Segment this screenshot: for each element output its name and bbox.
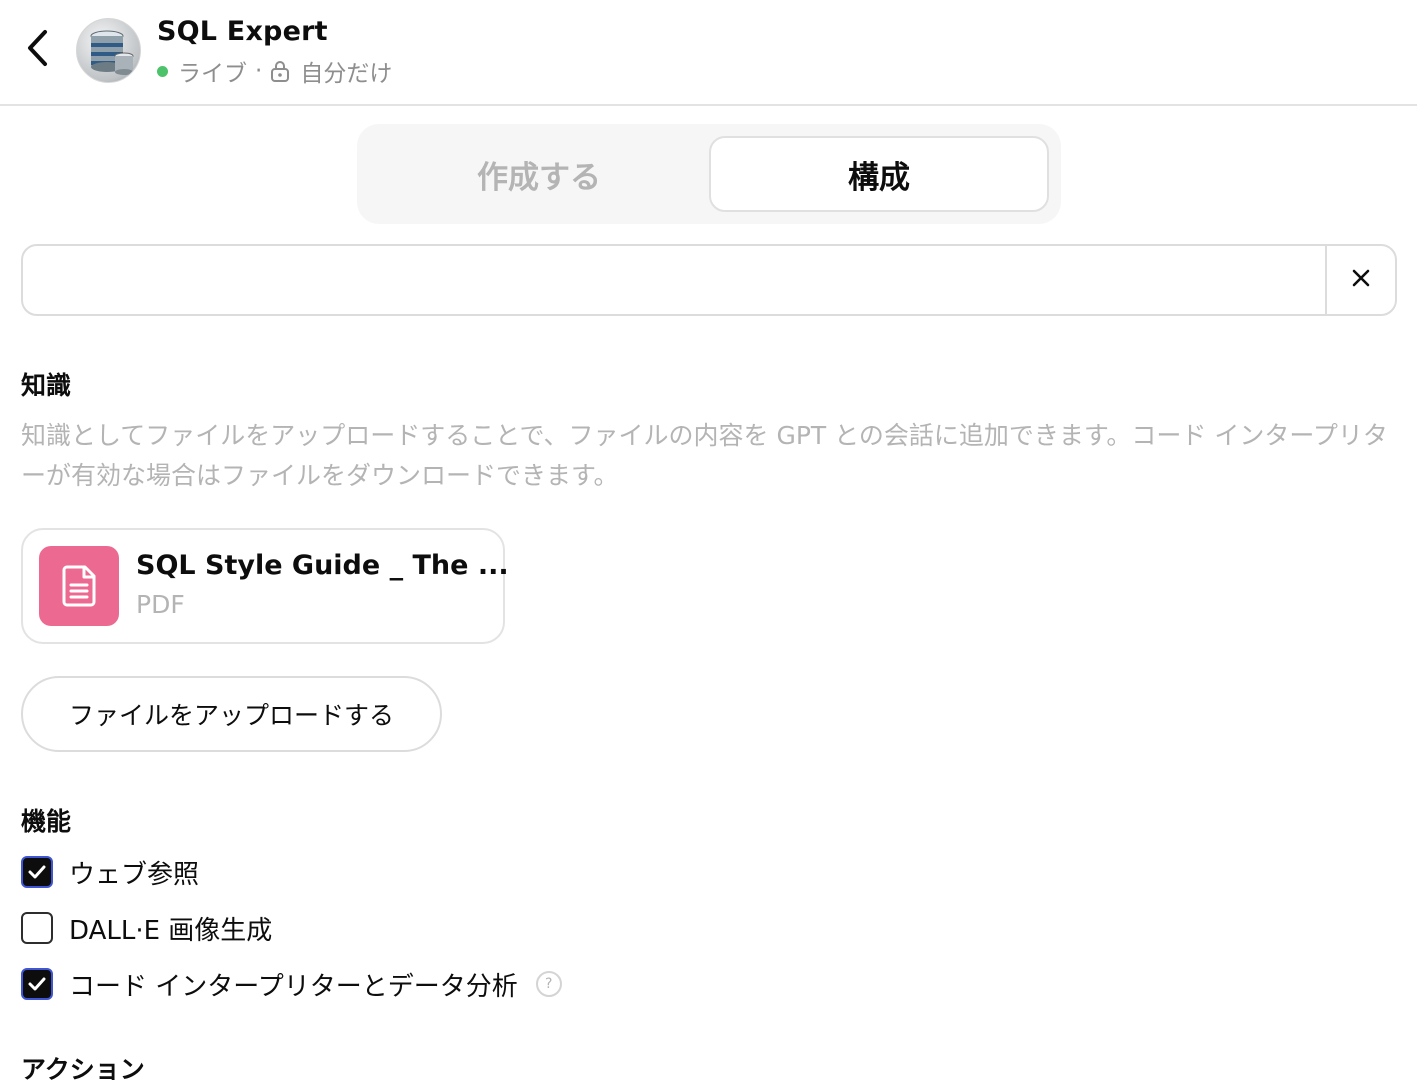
live-status-label: ライブ xyxy=(178,61,247,87)
capability-dalle[interactable]: DALL·E 画像生成 xyxy=(21,911,273,946)
clear-button[interactable] xyxy=(1325,246,1395,314)
checkmark-icon xyxy=(28,865,46,879)
capability-code-interpreter[interactable]: コード インタープリターとデータ分析 ? xyxy=(21,967,562,1002)
code-interpreter-label: コード インタープリターとデータ分析 xyxy=(69,971,518,1002)
capability-web-browsing[interactable]: ウェブ参照 xyxy=(21,855,200,890)
status-separator: · xyxy=(255,58,263,84)
text-input[interactable] xyxy=(23,246,1325,314)
code-interpreter-checkbox[interactable] xyxy=(21,968,53,1000)
file-card[interactable]: SQL Style Guide _ The ... PDF xyxy=(21,528,509,644)
close-icon xyxy=(1351,268,1371,292)
mode-switcher: 作成する 構成 xyxy=(357,124,1061,224)
text-field xyxy=(21,244,1397,316)
file-type: PDF xyxy=(136,590,185,619)
checkmark-icon xyxy=(28,977,46,991)
help-icon[interactable]: ? xyxy=(535,971,562,997)
tab-create[interactable]: 作成する xyxy=(369,136,709,212)
visibility-label: 自分だけ xyxy=(300,61,393,87)
web-browsing-checkbox[interactable] xyxy=(21,856,53,888)
dalle-checkbox[interactable] xyxy=(21,912,53,944)
gpt-avatar xyxy=(76,18,141,83)
capabilities-heading: 機能 xyxy=(21,807,72,836)
header-bar: SQL Expert ライブ · 自分だけ xyxy=(0,0,1417,106)
document-icon xyxy=(39,546,119,626)
upload-file-button[interactable]: ファイルをアップロードする xyxy=(21,676,442,752)
chevron-left-icon xyxy=(26,29,50,71)
back-button[interactable] xyxy=(18,28,58,72)
tab-configure[interactable]: 構成 xyxy=(709,136,1049,212)
gpt-status: ライブ · 自分だけ xyxy=(157,56,393,87)
gpt-title: SQL Expert xyxy=(157,16,328,47)
knowledge-description: 知識としてファイルをアップロードすることで、ファイルの内容を GPT との会話に… xyxy=(21,421,1388,490)
live-status-dot xyxy=(157,65,168,77)
lock-icon xyxy=(270,60,290,82)
dalle-label: DALL·E 画像生成 xyxy=(69,915,273,946)
web-browsing-label: ウェブ参照 xyxy=(69,859,200,890)
file-name: SQL Style Guide _ The ... xyxy=(136,550,509,581)
actions-heading: アクション xyxy=(21,1055,145,1084)
knowledge-heading: 知識 xyxy=(21,371,72,400)
